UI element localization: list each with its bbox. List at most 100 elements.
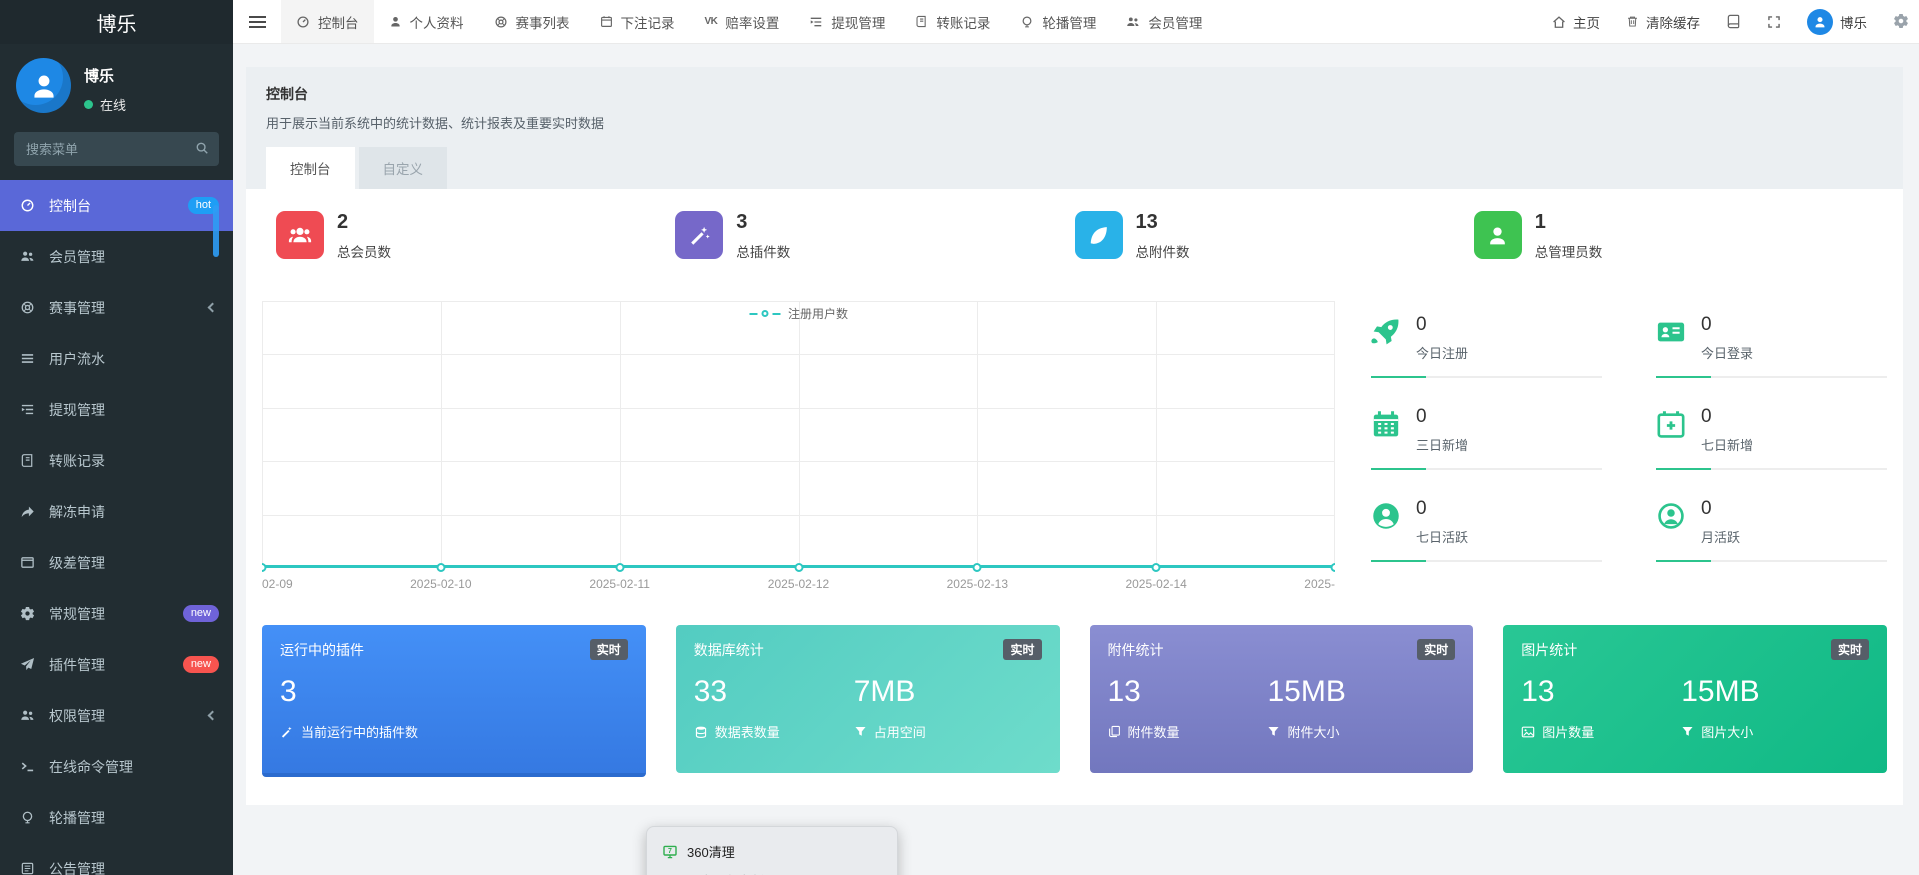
- settings-gear-icon[interactable]: [1893, 13, 1909, 29]
- sidebar-item-transfer[interactable]: 转账记录: [0, 435, 233, 486]
- user-icon: [29, 71, 59, 101]
- calendar-icon: [1371, 409, 1401, 439]
- data-point[interactable]: [1330, 563, 1335, 572]
- sidebar-item-members[interactable]: 会员管理: [0, 231, 233, 282]
- tab-dashboard[interactable]: 控制台: [281, 0, 374, 43]
- card-title: 数据库统计: [693, 641, 764, 658]
- tab-events[interactable]: 赛事列表: [479, 0, 585, 43]
- divider: [1656, 560, 1887, 562]
- data-point[interactable]: [262, 563, 267, 572]
- tab-label: 个人资料: [409, 15, 464, 31]
- home-link[interactable]: 主页: [1552, 12, 1600, 32]
- users-icon: [18, 249, 36, 264]
- brand-logo[interactable]: 博乐: [0, 0, 233, 44]
- fullscreen-button[interactable]: [1767, 15, 1781, 29]
- notice-icon: [18, 861, 36, 875]
- avatar[interactable]: [16, 58, 71, 113]
- data-point[interactable]: [436, 563, 446, 572]
- divider: [1656, 376, 1887, 378]
- sidebar-item-general[interactable]: 常规管理 new: [0, 588, 233, 639]
- search-input[interactable]: [14, 132, 219, 166]
- popup-item-pin-taskbar[interactable]: 固定到任务栏: [647, 866, 897, 875]
- sidebar-item-notice[interactable]: 公告管理: [0, 843, 233, 875]
- tab-members[interactable]: 会员管理: [1111, 0, 1217, 43]
- language-button[interactable]: [1726, 14, 1741, 29]
- chart-legend[interactable]: 注册用户数: [748, 305, 848, 322]
- tab-label: 赔率设置: [725, 15, 780, 31]
- divider: [1371, 376, 1602, 378]
- divider: [1371, 468, 1602, 470]
- divider: [1371, 560, 1602, 562]
- search-icon[interactable]: [195, 141, 209, 155]
- card-value: 15MB: [1267, 675, 1346, 708]
- tab-odds[interactable]: VK 赔率设置: [690, 0, 795, 43]
- top-navbar: 控制台 个人资料 赛事列表 下注记录 VK 赔率设置 提现管理 转账记录 轮播管…: [233, 0, 1919, 44]
- item-label: 赛事管理: [49, 299, 105, 316]
- tab-bets[interactable]: 下注记录: [585, 0, 690, 43]
- card-database-stats[interactable]: 数据库统计 实时 33 7MB 数据表数量 占用空间: [675, 625, 1060, 773]
- registered-users-chart[interactable]: 2025-02-09 2025-02-10 2025-02-11 2025-02…: [262, 301, 1335, 593]
- sidebar-scrollbar[interactable]: [213, 205, 219, 257]
- window-icon: [18, 555, 36, 570]
- sidebar: 博乐 博乐 在线 控制台 hot 会员管理 赛事管理: [0, 0, 233, 875]
- item-label: 会员管理: [49, 248, 105, 265]
- data-point[interactable]: [794, 563, 803, 572]
- clear-cache-button[interactable]: 清除缓存: [1626, 12, 1700, 32]
- sidebar-item-carousel[interactable]: 轮播管理: [0, 792, 233, 843]
- tab-custom[interactable]: 自定义: [358, 147, 447, 189]
- monitor-7-icon: 7: [662, 844, 678, 860]
- item-label: 插件管理: [49, 656, 105, 673]
- sidebar-item-unfreeze[interactable]: 解冻申请: [0, 486, 233, 537]
- stat-label: 总附件数: [1135, 245, 1190, 260]
- sidebar-item-dashboard[interactable]: 控制台 hot: [0, 180, 233, 231]
- sidebar-item-events[interactable]: 赛事管理: [0, 282, 233, 333]
- stats-row: 2 总会员数 3 总插件数 13 总附件数 1 总管理员数: [262, 209, 1887, 261]
- mini-label: 七日活跃: [1416, 530, 1469, 545]
- card-value: 15MB: [1681, 675, 1760, 708]
- dashboard-panel: 控制台 用于展示当前系统中的统计数据、统计报表及重要实时数据 控制台 自定义 2…: [246, 67, 1903, 805]
- book-icon: [915, 15, 928, 28]
- popup-item-360-clean[interactable]: 7 360清理: [647, 837, 897, 866]
- tab-transfer[interactable]: 转账记录: [900, 0, 1005, 43]
- sidebar-item-auth[interactable]: 权限管理: [0, 690, 233, 741]
- stat-total-plugins: 3 总插件数: [675, 211, 1074, 261]
- user-menu[interactable]: 博乐: [1807, 8, 1867, 35]
- database-icon: [694, 725, 708, 739]
- sidebar-item-userflow[interactable]: 用户流水: [0, 333, 233, 384]
- sidebar-toggle-button[interactable]: [233, 0, 281, 43]
- card-attachment-stats[interactable]: 附件统计 实时 13 15MB 附件数量 附件大小: [1089, 625, 1474, 773]
- tab-carousel[interactable]: 轮播管理: [1005, 0, 1111, 43]
- sidebar-item-command[interactable]: 在线命令管理: [0, 741, 233, 792]
- user-name: 博乐: [84, 68, 115, 85]
- legend-marker-icon: [760, 310, 768, 317]
- page-title: 控制台: [266, 86, 308, 102]
- realtime-badge: 实时: [1417, 639, 1456, 660]
- stat-label: 总会员数: [337, 245, 391, 260]
- home-icon: [1552, 15, 1566, 29]
- item-label: 轮播管理: [49, 809, 105, 826]
- item-label: 控制台: [49, 197, 91, 214]
- data-point[interactable]: [1151, 563, 1161, 572]
- data-point[interactable]: [972, 563, 982, 572]
- item-label: 常规管理: [49, 605, 105, 622]
- item-label: 转账记录: [49, 452, 105, 469]
- tab-withdraw[interactable]: 提现管理: [794, 0, 900, 43]
- tab-profile[interactable]: 个人资料: [374, 0, 479, 43]
- card-running-plugins[interactable]: 运行中的插件 实时 3 当前运行中的插件数: [262, 625, 646, 777]
- avatar: [1807, 8, 1833, 35]
- sidebar-item-level[interactable]: 级差管理: [0, 537, 233, 588]
- sidebar-item-plugins[interactable]: 插件管理 new: [0, 639, 233, 690]
- members-icon: [276, 211, 324, 259]
- id-card-icon: [1656, 317, 1686, 347]
- card-label: 数据表数量: [714, 725, 780, 740]
- card-image-stats[interactable]: 图片统计 实时 13 15MB 图片数量 图片大小: [1503, 625, 1887, 773]
- mini-stat-3day-new: 0 三日新增: [1371, 395, 1602, 487]
- user-panel: 博乐 在线: [0, 44, 233, 124]
- sidebar-item-withdraw[interactable]: 提现管理: [0, 384, 233, 435]
- tab-console[interactable]: 控制台: [266, 147, 355, 189]
- data-point[interactable]: [615, 563, 625, 572]
- divider: [1656, 468, 1887, 470]
- panel-content: 2 总会员数 3 总插件数 13 总附件数 1 总管理员数 02-09 2025…: [246, 189, 1903, 805]
- stat-label: 总插件数: [736, 245, 791, 260]
- card-label: 附件大小: [1287, 725, 1340, 740]
